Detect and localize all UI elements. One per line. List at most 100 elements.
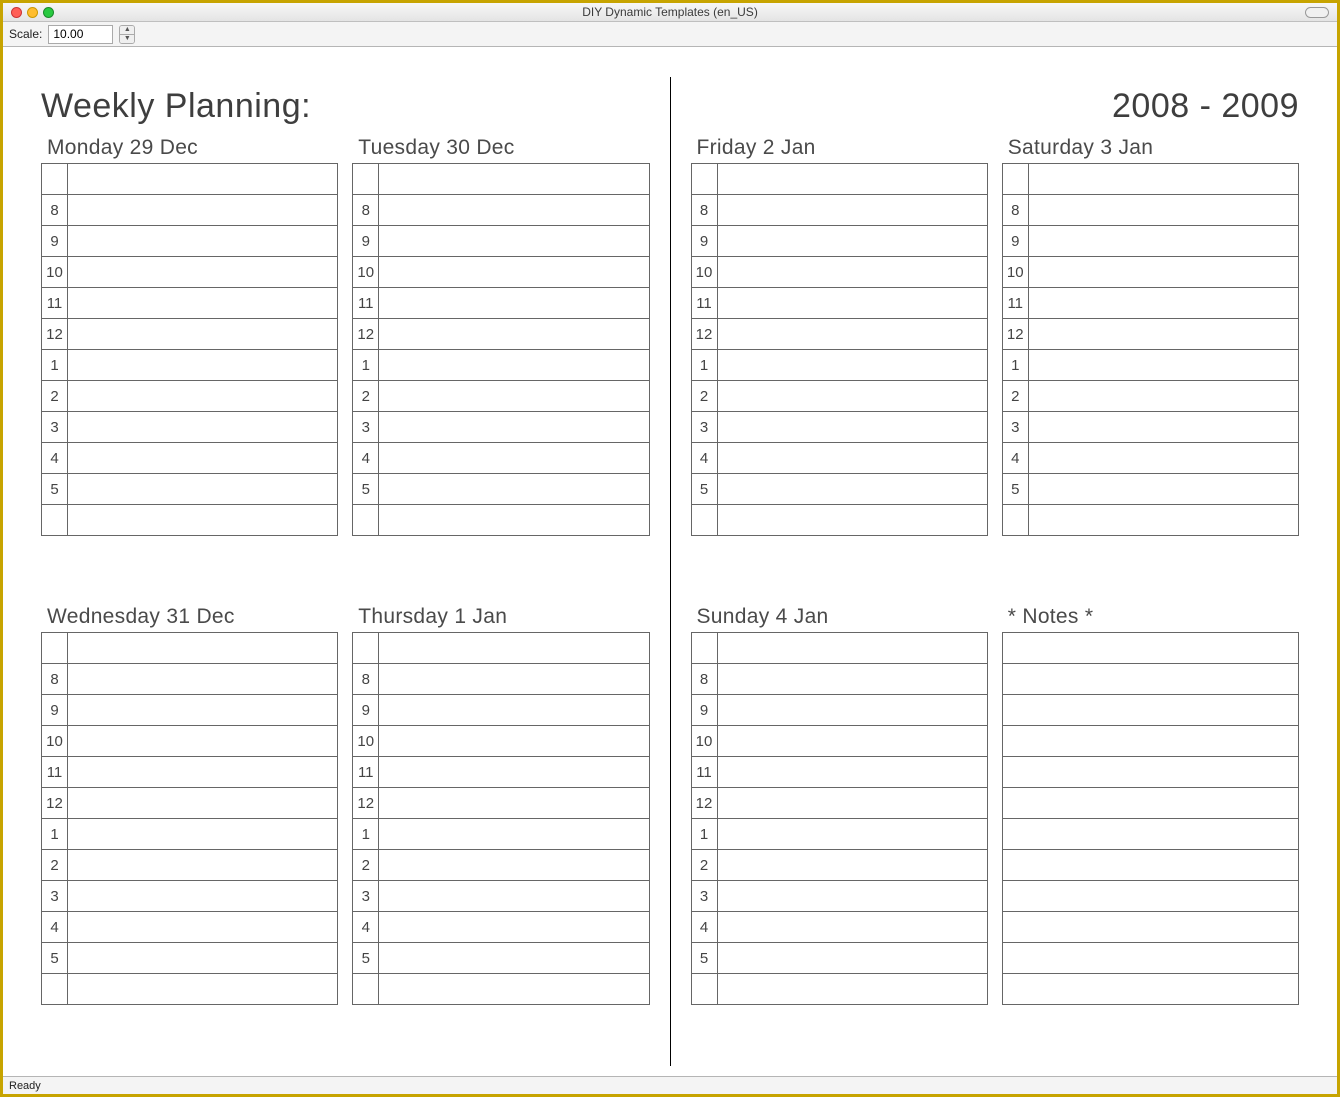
hour-row[interactable]: 8 <box>353 194 648 225</box>
hour-row[interactable] <box>42 633 337 663</box>
hour-row[interactable]: 11 <box>353 756 648 787</box>
hour-row[interactable]: 10 <box>42 256 337 287</box>
notes-row[interactable] <box>1003 973 1298 1004</box>
hour-row[interactable]: 3 <box>42 411 337 442</box>
hour-row[interactable]: 12 <box>42 318 337 349</box>
notes-row[interactable] <box>1003 911 1298 942</box>
hour-row[interactable] <box>353 504 648 535</box>
hour-row[interactable]: 5 <box>42 473 337 504</box>
hour-row[interactable] <box>353 633 648 663</box>
hour-row[interactable]: 10 <box>1003 256 1298 287</box>
scale-stepper[interactable]: ▲ ▼ <box>119 25 135 44</box>
hour-row[interactable]: 2 <box>353 380 648 411</box>
hour-row[interactable]: 4 <box>42 911 337 942</box>
hour-row[interactable]: 9 <box>692 225 987 256</box>
notes-row[interactable] <box>1003 633 1298 663</box>
hour-row[interactable]: 1 <box>353 349 648 380</box>
hour-row[interactable]: 3 <box>692 411 987 442</box>
hour-row[interactable] <box>42 504 337 535</box>
hour-row[interactable] <box>353 164 648 194</box>
hour-row[interactable]: 4 <box>1003 442 1298 473</box>
hour-row[interactable]: 3 <box>42 880 337 911</box>
hour-row[interactable]: 4 <box>353 442 648 473</box>
hour-row[interactable]: 1 <box>42 818 337 849</box>
hour-row[interactable]: 10 <box>353 256 648 287</box>
hour-row[interactable]: 11 <box>42 287 337 318</box>
hour-row[interactable] <box>692 164 987 194</box>
hour-row[interactable]: 11 <box>42 756 337 787</box>
hour-row[interactable]: 8 <box>353 663 648 694</box>
notes-row[interactable] <box>1003 725 1298 756</box>
hour-row[interactable]: 5 <box>1003 473 1298 504</box>
notes-row[interactable] <box>1003 663 1298 694</box>
hour-row[interactable]: 12 <box>692 787 987 818</box>
notes-row[interactable] <box>1003 694 1298 725</box>
hour-row[interactable]: 4 <box>42 442 337 473</box>
hour-row[interactable]: 9 <box>42 694 337 725</box>
hour-row[interactable] <box>1003 504 1298 535</box>
hour-row[interactable]: 4 <box>353 911 648 942</box>
hour-row[interactable] <box>692 973 987 1004</box>
hour-row[interactable]: 9 <box>42 225 337 256</box>
hour-row[interactable]: 12 <box>353 787 648 818</box>
notes-row[interactable] <box>1003 818 1298 849</box>
notes-row[interactable] <box>1003 849 1298 880</box>
hour-row[interactable]: 8 <box>692 194 987 225</box>
hour-row[interactable]: 10 <box>692 256 987 287</box>
hour-row[interactable]: 2 <box>1003 380 1298 411</box>
hour-row[interactable]: 2 <box>692 380 987 411</box>
hour-row[interactable]: 12 <box>692 318 987 349</box>
hour-row[interactable]: 1 <box>353 818 648 849</box>
hour-row[interactable]: 10 <box>353 725 648 756</box>
hour-row[interactable] <box>692 633 987 663</box>
hour-row[interactable] <box>1003 164 1298 194</box>
hour-row[interactable]: 9 <box>1003 225 1298 256</box>
hour-row[interactable]: 11 <box>1003 287 1298 318</box>
hour-row[interactable]: 1 <box>692 818 987 849</box>
hour-row[interactable]: 2 <box>42 380 337 411</box>
hour-row[interactable]: 2 <box>353 849 648 880</box>
hour-row[interactable]: 1 <box>692 349 987 380</box>
hour-row[interactable]: 5 <box>353 942 648 973</box>
toolbar-toggle-icon[interactable] <box>1305 7 1329 18</box>
hour-row[interactable]: 1 <box>1003 349 1298 380</box>
hour-row[interactable]: 9 <box>353 225 648 256</box>
hour-row[interactable]: 1 <box>42 349 337 380</box>
hour-row[interactable]: 8 <box>42 194 337 225</box>
hour-row[interactable]: 10 <box>42 725 337 756</box>
hour-row[interactable]: 3 <box>353 411 648 442</box>
hour-row[interactable]: 3 <box>353 880 648 911</box>
hour-row[interactable]: 8 <box>42 663 337 694</box>
chevron-down-icon[interactable]: ▼ <box>120 35 134 43</box>
hour-row[interactable]: 8 <box>1003 194 1298 225</box>
hour-row[interactable]: 9 <box>692 694 987 725</box>
hour-row[interactable] <box>42 973 337 1004</box>
hour-row[interactable]: 9 <box>353 694 648 725</box>
hour-row[interactable]: 10 <box>692 725 987 756</box>
hour-row[interactable] <box>353 973 648 1004</box>
hour-row[interactable]: 5 <box>353 473 648 504</box>
hour-row[interactable]: 12 <box>42 787 337 818</box>
hour-row[interactable]: 3 <box>1003 411 1298 442</box>
hour-row[interactable]: 5 <box>42 942 337 973</box>
hour-row[interactable]: 2 <box>692 849 987 880</box>
chevron-up-icon[interactable]: ▲ <box>120 26 134 35</box>
hour-row[interactable]: 11 <box>692 756 987 787</box>
minimize-icon[interactable] <box>27 7 38 18</box>
hour-row[interactable]: 11 <box>353 287 648 318</box>
hour-row[interactable] <box>692 504 987 535</box>
notes-row[interactable] <box>1003 942 1298 973</box>
hour-row[interactable]: 3 <box>692 880 987 911</box>
hour-row[interactable]: 12 <box>353 318 648 349</box>
close-icon[interactable] <box>11 7 22 18</box>
scale-input[interactable]: 10.00 <box>48 25 113 44</box>
hour-row[interactable] <box>42 164 337 194</box>
notes-row[interactable] <box>1003 756 1298 787</box>
hour-row[interactable]: 2 <box>42 849 337 880</box>
hour-row[interactable]: 8 <box>692 663 987 694</box>
hour-row[interactable]: 5 <box>692 473 987 504</box>
hour-row[interactable]: 5 <box>692 942 987 973</box>
hour-row[interactable]: 12 <box>1003 318 1298 349</box>
hour-row[interactable]: 4 <box>692 442 987 473</box>
notes-row[interactable] <box>1003 880 1298 911</box>
